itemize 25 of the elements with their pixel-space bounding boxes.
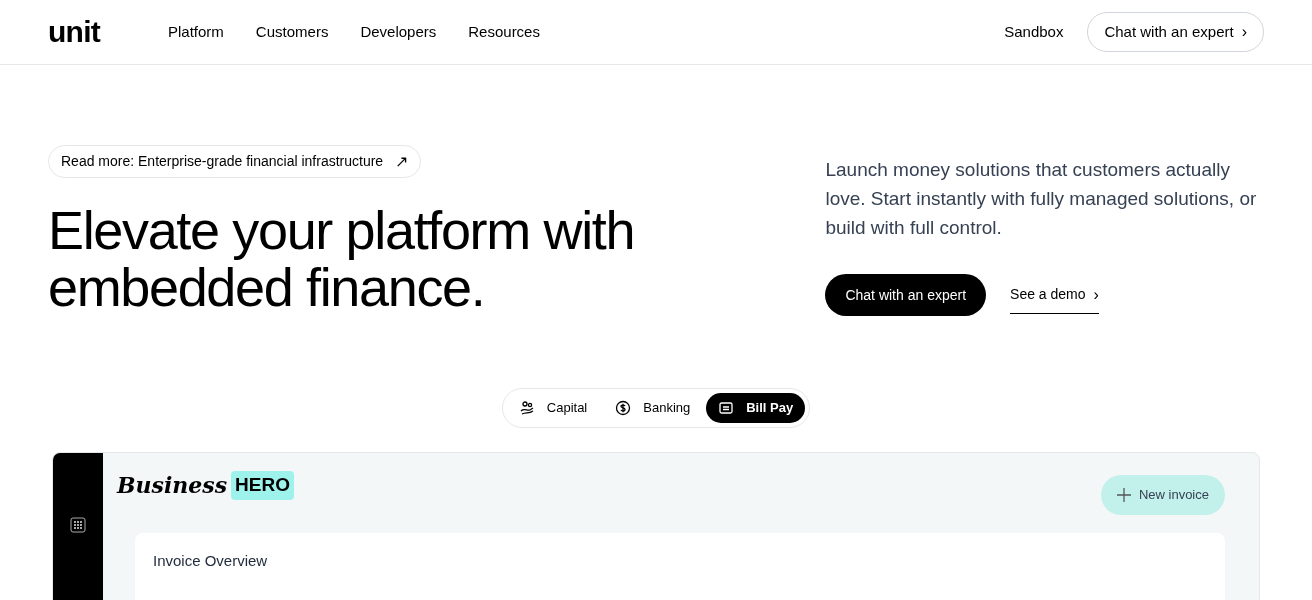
grid-icon[interactable] [70,517,86,533]
brand-logo-text: Business [117,471,228,500]
chevron-icon: › [1093,282,1099,307]
product-tab[interactable]: Bill Pay [706,393,806,423]
product-tab[interactable]: Banking [603,393,703,423]
people-hand-icon [518,400,535,416]
receipt-icon [718,400,735,416]
nav-link[interactable]: Platform [168,20,224,44]
nav-link[interactable]: Customers [255,20,329,44]
demo-link[interactable]: See a demo › [1010,276,1099,314]
headline: Elevate your platform with embedded finance. [48,202,636,316]
nav-link[interactable]: Developers [360,20,437,44]
chevron-icon: › [1241,20,1247,44]
brand-badge: HERO [231,471,294,500]
card-title: Invoice Overview [153,552,268,569]
new-invoice-button[interactable]: New invoice [1100,475,1225,515]
plus-icon [1116,488,1131,502]
description: Launch money solutions that customers actually love. Start instantly with fully managed solutions, or build with full control. [825,158,1258,240]
dollar-icon [615,400,632,416]
sandbox-link[interactable]: Sandbox [1004,20,1064,44]
logo[interactable]: unit [48,17,168,47]
arrow-icon: ↗ [395,149,409,174]
product-tab[interactable]: Capital [506,393,600,423]
nav-link[interactable]: Resources [468,20,540,44]
chat-button[interactable]: Chat with an expert [825,274,987,316]
